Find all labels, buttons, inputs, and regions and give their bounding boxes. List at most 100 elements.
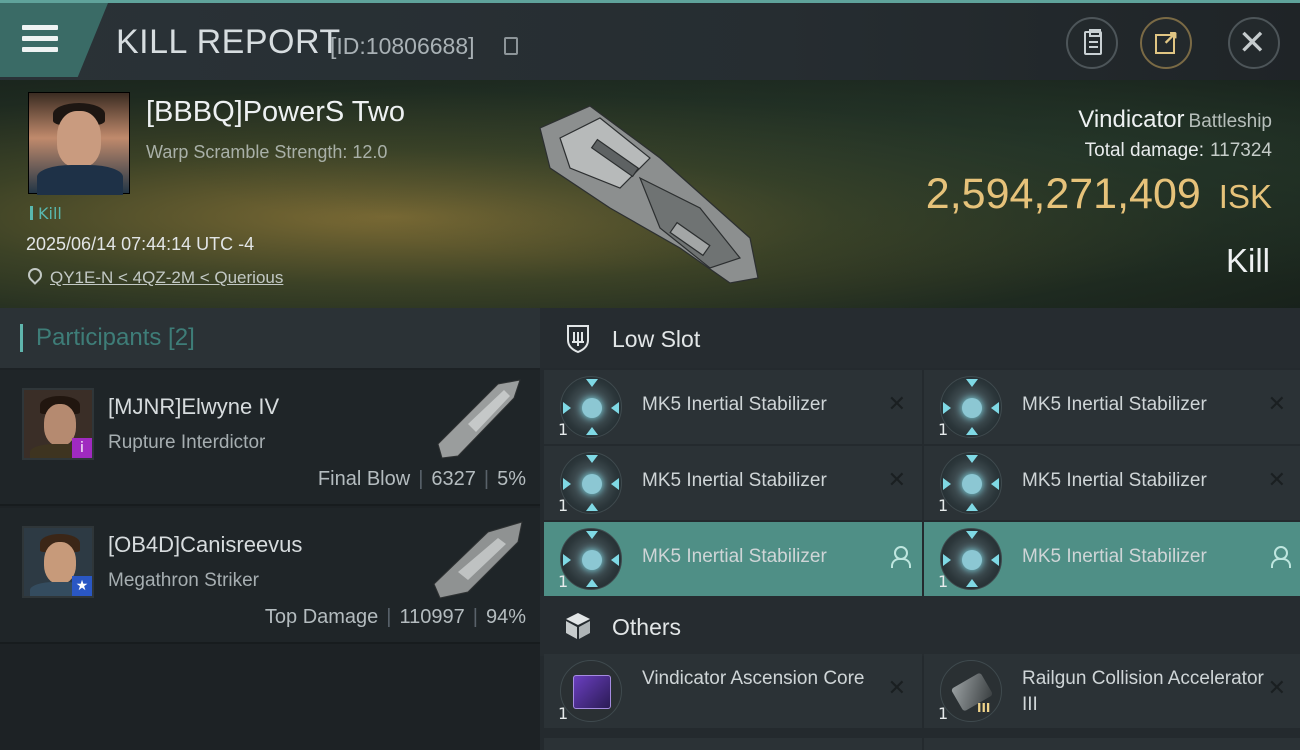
participant-name: [OB4D]Canisreevus bbox=[108, 532, 303, 557]
x-mark-icon: ✕ bbox=[1267, 676, 1286, 701]
participants-panel: Participants [2] i [MJNR]Elwyne IV Ruptu… bbox=[0, 308, 540, 750]
person-icon bbox=[1270, 546, 1291, 568]
item-quantity: 1 bbox=[558, 572, 569, 591]
kill-timestamp: 2025/06/14 07:44:14 UTC -4 bbox=[26, 234, 255, 254]
inertial-stabilizer-icon bbox=[560, 376, 622, 438]
item-quantity: 1 bbox=[938, 496, 949, 515]
x-mark-icon: ✕ bbox=[887, 468, 906, 493]
participant-stats: Final Blow | 6327 | 5% bbox=[317, 468, 526, 490]
warp-scramble-strength: Warp Scramble Strength: 12.0 bbox=[146, 142, 388, 162]
inertial-stabilizer-icon bbox=[940, 376, 1002, 438]
item-name: MK5 Inertial Stabilizer bbox=[642, 470, 827, 491]
star-badge-icon: ★ bbox=[72, 576, 92, 596]
victim-name[interactable]: [BBBQ]PowerS Two bbox=[146, 96, 405, 129]
participant-role: Final Blow bbox=[317, 468, 411, 490]
item-name: Vindicator Ascension Core bbox=[642, 668, 865, 689]
others-title: Others bbox=[612, 614, 682, 640]
total-damage-label: Total damage: bbox=[1084, 140, 1204, 161]
close-button[interactable]: ✕ bbox=[1228, 17, 1280, 69]
item-quantity: 1 bbox=[558, 704, 569, 723]
clipboard-icon bbox=[1084, 29, 1102, 55]
low-slot-item[interactable]: 1 MK5 Inertial Stabilizer ✕ bbox=[544, 370, 922, 444]
item-quantity: 1 bbox=[558, 496, 569, 515]
inertial-stabilizer-icon bbox=[940, 528, 1002, 590]
partial-item-row[interactable] bbox=[924, 738, 1300, 750]
share-button[interactable] bbox=[1140, 17, 1192, 69]
participant-damage: 6327 bbox=[431, 468, 476, 490]
low-slot-header: Low Slot bbox=[540, 308, 1300, 368]
participant-avatar[interactable]: ★ bbox=[22, 526, 94, 598]
kill-result: Kill bbox=[1225, 242, 1270, 279]
x-mark-icon: ✕ bbox=[1267, 392, 1286, 417]
other-item[interactable]: III 1 Railgun Collision Accelerator III … bbox=[924, 654, 1300, 728]
others-header: Others bbox=[540, 596, 1300, 656]
participant-ship-image bbox=[433, 521, 523, 599]
low-slot-item[interactable]: 1 MK5 Inertial Stabilizer bbox=[924, 522, 1300, 596]
inertial-stabilizer-icon bbox=[560, 452, 622, 514]
kill-tag: Kill bbox=[30, 204, 62, 223]
item-name: MK5 Inertial Stabilizer bbox=[642, 546, 827, 567]
victim-ship-image bbox=[539, 105, 759, 284]
hamburger-menu-icon[interactable] bbox=[22, 25, 58, 53]
participants-header[interactable]: Participants [2] bbox=[0, 308, 540, 368]
isk-value: 2,594,271,409 ISK bbox=[926, 170, 1272, 219]
x-mark-icon: ✕ bbox=[887, 676, 906, 701]
participant-row[interactable]: ★ [OB4D]Canisreevus Megathron Striker To… bbox=[0, 508, 540, 644]
item-name: MK5 Inertial Stabilizer bbox=[642, 394, 827, 415]
item-quantity: 1 bbox=[938, 420, 949, 439]
close-icon: ✕ bbox=[1238, 23, 1267, 63]
inertial-stabilizer-icon bbox=[940, 452, 1002, 514]
victim-ship-name: Vindicator bbox=[1078, 106, 1185, 133]
participant-row[interactable]: i [MJNR]Elwyne IV Rupture Interdictor Fi… bbox=[0, 370, 540, 506]
participant-ship: Megathron Striker bbox=[108, 570, 260, 591]
item-quantity: 1 bbox=[938, 572, 949, 591]
participant-percent: 94% bbox=[485, 606, 526, 628]
participant-ship-image bbox=[437, 379, 521, 459]
low-slot-title: Low Slot bbox=[612, 326, 701, 352]
inertial-stabilizer-icon bbox=[560, 528, 622, 590]
clipboard-button[interactable] bbox=[1066, 17, 1118, 69]
partial-item-row[interactable] bbox=[544, 738, 922, 750]
isk-unit: ISK bbox=[1218, 178, 1272, 215]
railgun-accelerator-icon: III bbox=[940, 660, 1002, 722]
info-badge-icon: i bbox=[72, 438, 92, 458]
item-tier: III bbox=[977, 701, 991, 715]
menu-tab[interactable] bbox=[0, 3, 108, 77]
participant-percent: 5% bbox=[497, 468, 526, 490]
participant-damage: 110997 bbox=[399, 606, 465, 628]
isk-amount: 2,594,271,409 bbox=[925, 170, 1201, 218]
copy-icon[interactable] bbox=[504, 37, 518, 55]
participant-name: [MJNR]Elwyne IV bbox=[108, 394, 280, 419]
person-icon bbox=[890, 546, 911, 568]
low-slot-item[interactable]: 1 MK5 Inertial Stabilizer bbox=[544, 522, 922, 596]
item-name: MK5 Inertial Stabilizer bbox=[1022, 470, 1207, 491]
low-slot-shield-icon bbox=[567, 325, 589, 354]
cube-icon bbox=[566, 613, 590, 639]
participant-ship: Rupture Interdictor bbox=[108, 432, 266, 453]
victim-summary: [BBBQ]PowerS Two Warp Scramble Strength:… bbox=[0, 80, 1300, 308]
participant-role: Top Damage bbox=[264, 606, 379, 628]
participant-avatar[interactable]: i bbox=[22, 388, 94, 460]
low-slot-item[interactable]: 1 MK5 Inertial Stabilizer ✕ bbox=[544, 446, 922, 520]
item-name: Railgun Collision Accelerator III bbox=[1022, 668, 1264, 715]
share-icon bbox=[1155, 26, 1179, 54]
victim-avatar[interactable] bbox=[28, 92, 130, 195]
low-slot-item[interactable]: 1 MK5 Inertial Stabilizer ✕ bbox=[924, 370, 1300, 444]
participant-stats: Top Damage | 110997 | 94% bbox=[264, 606, 526, 628]
victim-ship-class: Battleship bbox=[1188, 111, 1272, 132]
kill-location-link[interactable]: QY1E-N < 4QZ-2M < Querious bbox=[50, 268, 283, 288]
victim-ship-type: Vindicator Battleship bbox=[1078, 106, 1272, 134]
item-quantity: 1 bbox=[938, 704, 949, 723]
total-damage-value: 117324 bbox=[1210, 140, 1272, 161]
low-slot-item[interactable]: 1 MK5 Inertial Stabilizer ✕ bbox=[924, 446, 1300, 520]
other-item[interactable]: 1 Vindicator Ascension Core ✕ bbox=[544, 654, 922, 728]
item-name: MK5 Inertial Stabilizer bbox=[1022, 546, 1207, 567]
participants-title: Participants [2] bbox=[36, 324, 195, 351]
header-bar: KILL REPORT [ID:10806688] ✕ bbox=[0, 0, 1300, 80]
report-id: [ID:10806688] bbox=[330, 33, 475, 59]
page-title: KILL REPORT bbox=[116, 23, 341, 61]
ascension-core-icon bbox=[560, 660, 622, 722]
total-damage: Total damage: 117324 bbox=[1085, 140, 1272, 162]
item-quantity: 1 bbox=[558, 420, 569, 439]
location-pin-icon bbox=[25, 265, 45, 285]
